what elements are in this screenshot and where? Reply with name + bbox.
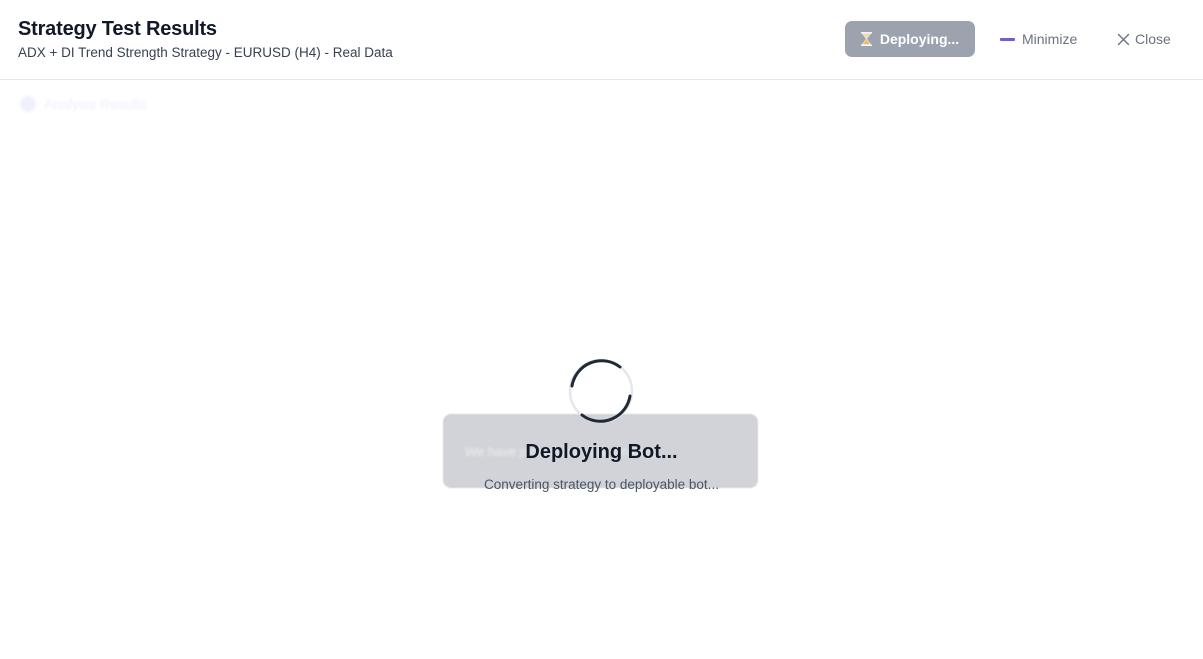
hourglass-icon bbox=[860, 32, 872, 46]
close-icon bbox=[1117, 33, 1130, 46]
deploying-title: Deploying Bot... bbox=[525, 441, 678, 463]
page-title: Strategy Test Results bbox=[18, 18, 217, 40]
modal-header: Strategy Test Results ADX + DI Trend Str… bbox=[0, 0, 1203, 80]
close-button-label: Close bbox=[1135, 31, 1171, 47]
spinner-icon bbox=[568, 358, 634, 424]
minimize-icon bbox=[1000, 37, 1015, 41]
page-subtitle: ADX + DI Trend Strength Strategy - EURUS… bbox=[18, 45, 393, 60]
deploy-button[interactable]: Deploying... bbox=[845, 21, 975, 57]
analysis-results-tab-label: Analysis Results bbox=[44, 96, 147, 112]
chart-icon bbox=[20, 96, 36, 112]
minimize-button[interactable]: Minimize bbox=[1000, 28, 1077, 50]
analysis-results-tab: Analysis Results bbox=[20, 96, 147, 112]
deploy-button-label: Deploying... bbox=[879, 31, 960, 47]
deploying-message: Converting strategy to deployable bot... bbox=[484, 477, 719, 492]
close-button[interactable]: Close bbox=[1117, 28, 1171, 50]
minimize-button-label: Minimize bbox=[1022, 31, 1078, 47]
